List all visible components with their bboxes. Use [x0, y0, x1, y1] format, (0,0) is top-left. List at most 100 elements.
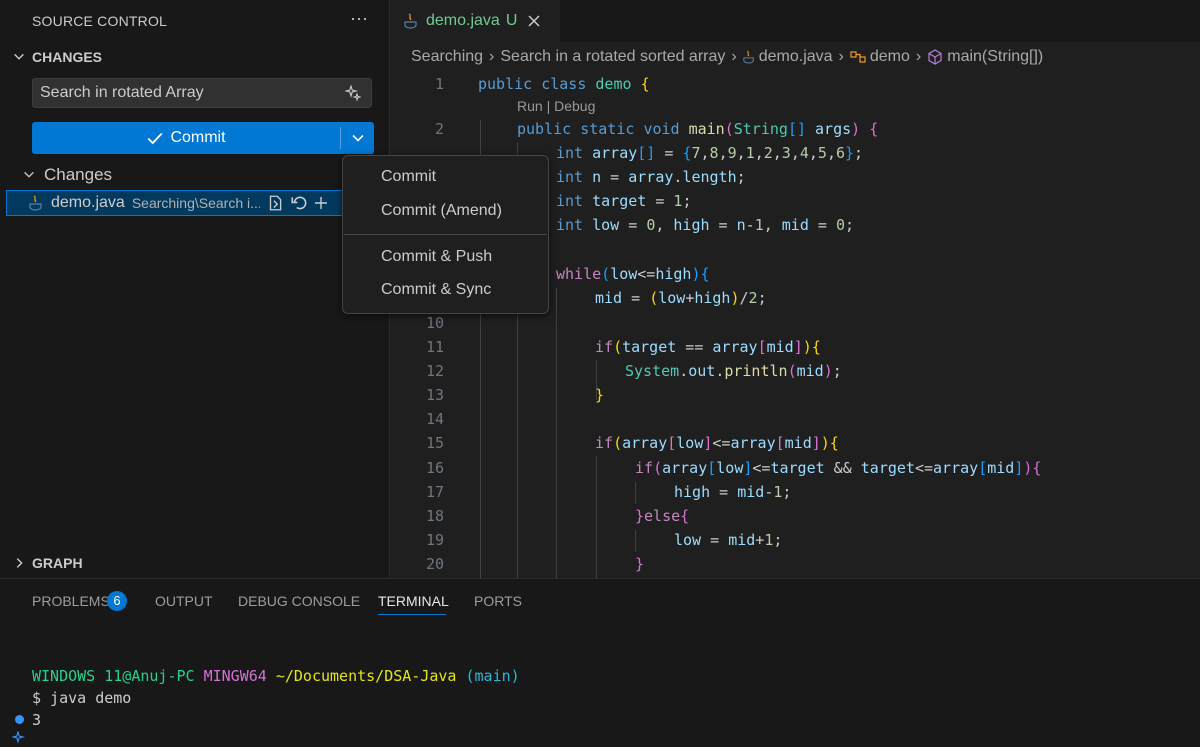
code-line: int n = array.length; — [556, 168, 746, 186]
bottom-panel: PROBLEMS 6 OUTPUT DEBUG CONSOLE TERMINAL… — [0, 578, 1200, 747]
code-line: int low = 0, high = n-1, mid = 0; — [556, 216, 855, 234]
breadcrumb-folder-searching[interactable]: Searching — [411, 48, 483, 66]
line-number: 11 — [425, 338, 444, 356]
sparkle-icon[interactable] — [345, 85, 361, 101]
close-icon[interactable] — [527, 14, 541, 28]
more-actions-button[interactable]: ··· — [350, 8, 368, 29]
breadcrumb: Searching › Search in a rotated sorted a… — [411, 48, 1043, 66]
line-number: 2 — [434, 120, 444, 138]
chevron-right-icon: › — [489, 48, 495, 65]
line-number: 15 — [425, 434, 444, 452]
tab-untracked-badge: U — [505, 12, 518, 29]
commit-button-group: Commit — [32, 122, 374, 154]
breadcrumb-method[interactable]: main(String[]) — [947, 48, 1043, 66]
chevron-right-icon: › — [915, 48, 922, 65]
editor-tab-bar: demo.java U — [390, 0, 1200, 42]
class-symbol-icon — [850, 51, 866, 63]
discard-changes-icon[interactable] — [290, 194, 308, 212]
changed-file-row[interactable]: demo.java Searching\Search i... — [6, 190, 388, 216]
chevron-down-icon — [351, 134, 364, 142]
code-line: high = mid-1; — [674, 483, 792, 501]
menu-item-commit-push[interactable]: Commit & Push — [381, 248, 492, 266]
menu-item-commit-amend[interactable]: Commit (Amend) — [381, 202, 502, 220]
line-number: 20 — [425, 555, 444, 573]
commit-message-box[interactable] — [32, 78, 372, 108]
indent-guide — [596, 456, 597, 578]
terminal-shell: MINGW64 — [203, 667, 267, 685]
changes-section-header[interactable]: CHANGES — [12, 49, 102, 65]
breadcrumb-class[interactable]: demo — [870, 48, 910, 66]
menu-item-commit-sync[interactable]: Commit & Sync — [381, 281, 491, 299]
code-line: public class demo { — [478, 75, 650, 93]
chevron-right-icon: › — [838, 48, 844, 65]
code-line: public static void main(String[] args) { — [517, 120, 879, 138]
graph-section-header[interactable]: GRAPH — [12, 555, 83, 571]
line-number: 18 — [425, 507, 444, 525]
code-line: if(array[low]<=array[mid]){ — [595, 434, 839, 452]
editor-tab-demo-java[interactable]: demo.java U — [390, 0, 560, 42]
code-line: low = mid+1; — [674, 531, 783, 549]
changes-group-label: Changes — [44, 165, 113, 184]
menu-divider — [344, 234, 547, 235]
file-path: Searching\Search i... — [131, 195, 260, 211]
java-file-icon — [743, 50, 754, 64]
open-file-icon[interactable] — [266, 194, 284, 212]
chevron-right-icon — [16, 558, 23, 568]
commit-button[interactable]: Commit — [32, 122, 340, 154]
tab-ports[interactable]: PORTS — [474, 593, 522, 609]
menu-item-commit[interactable]: Commit — [381, 168, 436, 186]
graph-section-label: GRAPH — [32, 555, 83, 571]
code-line: } — [635, 555, 645, 573]
line-number: 17 — [425, 483, 444, 501]
code-line: if(target == array[mid]){ — [595, 338, 821, 356]
line-number: 13 — [425, 386, 444, 404]
tab-terminal[interactable]: TERMINAL — [378, 593, 449, 609]
line-number: 16 — [425, 459, 444, 477]
code-line: } — [595, 386, 605, 404]
terminal-prompt-line: WINDOWS 11@Anuj-PC MINGW64 ~/Documents/D… — [32, 667, 520, 685]
tab-output[interactable]: OUTPUT — [155, 593, 213, 609]
commit-options-dropdown[interactable] — [341, 122, 374, 154]
line-number: 10 — [425, 314, 444, 332]
breadcrumb-folder-search[interactable]: Search in a rotated sorted array — [500, 48, 725, 66]
command-success-dot — [15, 715, 24, 724]
code-line: int array[] = {7,8,9,1,2,3,4,5,6}; — [556, 144, 864, 162]
terminal-command: $ java demo — [32, 689, 132, 707]
changes-section-label: CHANGES — [32, 49, 103, 65]
codelens-run-debug[interactable]: Run | Debug — [517, 98, 595, 114]
commit-options-menu: Commit Commit (Amend) Commit & Push Comm… — [342, 155, 549, 314]
file-name: demo.java — [51, 194, 125, 211]
chevron-right-icon: › — [731, 48, 737, 65]
breadcrumb-file[interactable]: demo.java — [759, 48, 833, 66]
tab-debug-console[interactable]: DEBUG CONSOLE — [238, 593, 360, 609]
check-icon — [148, 132, 163, 145]
method-symbol-icon — [928, 49, 942, 65]
line-number: 1 — [434, 75, 444, 93]
code-line: if(array[low]<=target && target<=array[m… — [635, 459, 1042, 477]
line-number: 19 — [425, 531, 444, 549]
terminal-user: WINDOWS 11@Anuj-PC — [32, 667, 195, 685]
commit-message-input[interactable] — [33, 79, 337, 107]
source-control-sidebar: SOURCE CONTROL ··· CHANGES Commit Change… — [0, 0, 390, 578]
indent-guide — [556, 288, 557, 578]
changes-group-header[interactable]: Changes — [22, 165, 112, 185]
code-line: while(low<=high){ — [556, 265, 710, 283]
java-file-icon — [404, 13, 417, 29]
code-line: mid = (low+high)/2; — [595, 289, 767, 307]
line-number: 14 — [425, 410, 444, 428]
commit-button-label: Commit — [170, 129, 226, 146]
code-line: System.out.println(mid); — [625, 362, 842, 380]
chevron-down-icon — [24, 171, 34, 178]
tab-file-name: demo.java — [426, 12, 500, 29]
terminal-output: 3 — [32, 711, 42, 729]
java-file-icon — [29, 195, 42, 211]
tab-problems[interactable]: PROBLEMS — [32, 593, 110, 609]
sidebar-title: SOURCE CONTROL — [32, 13, 168, 29]
stage-changes-icon[interactable] — [314, 194, 328, 212]
terminal-branch: (main) — [465, 667, 520, 685]
active-tab-indicator — [378, 614, 446, 615]
sparkle-icon[interactable] — [12, 731, 28, 747]
terminal-path: ~/Documents/DSA-Java — [275, 667, 457, 685]
line-number: 12 — [425, 362, 444, 380]
problems-count-badge: 6 — [107, 591, 127, 611]
